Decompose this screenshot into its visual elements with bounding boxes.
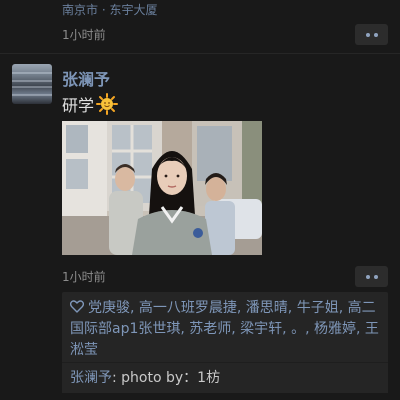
- dot-icon: [365, 274, 370, 279]
- post-photo[interactable]: [62, 121, 262, 255]
- dot-icon: [373, 274, 378, 279]
- comment-separator: :: [112, 370, 122, 386]
- sun-with-face-icon: [96, 93, 119, 115]
- comment-row[interactable]: 张澜予: photo by：1枋: [62, 362, 388, 393]
- location-label[interactable]: 南京市 · 东宇大厦: [62, 1, 157, 18]
- avatar[interactable]: [12, 64, 52, 104]
- more-options-button[interactable]: [355, 266, 388, 287]
- post-divider: [0, 53, 400, 54]
- comment-text: photo by：1枋: [121, 370, 221, 386]
- comment-author[interactable]: 张澜予: [70, 370, 112, 386]
- post-caption: 研学: [62, 92, 119, 116]
- dot-icon: [373, 32, 378, 37]
- likes-box: 党庚骏, 高一八班罗晨捷, 潘思晴, 牛子姐, 高二国际部ap1张世琪, 苏老师…: [62, 292, 388, 367]
- caption-text: 研学: [62, 96, 95, 115]
- photo-image: [62, 121, 262, 255]
- likes-names[interactable]: 党庚骏, 高一八班罗晨捷, 潘思晴, 牛子姐, 高二国际部ap1张世琪, 苏老师…: [70, 300, 379, 358]
- dot-icon: [365, 32, 370, 37]
- previous-post-time: 1小时前: [62, 28, 106, 42]
- post-time: 1小时前: [62, 270, 106, 284]
- heart-outline-icon: [70, 300, 84, 313]
- post-author-name[interactable]: 张澜予: [62, 66, 110, 90]
- more-options-button[interactable]: [355, 24, 388, 45]
